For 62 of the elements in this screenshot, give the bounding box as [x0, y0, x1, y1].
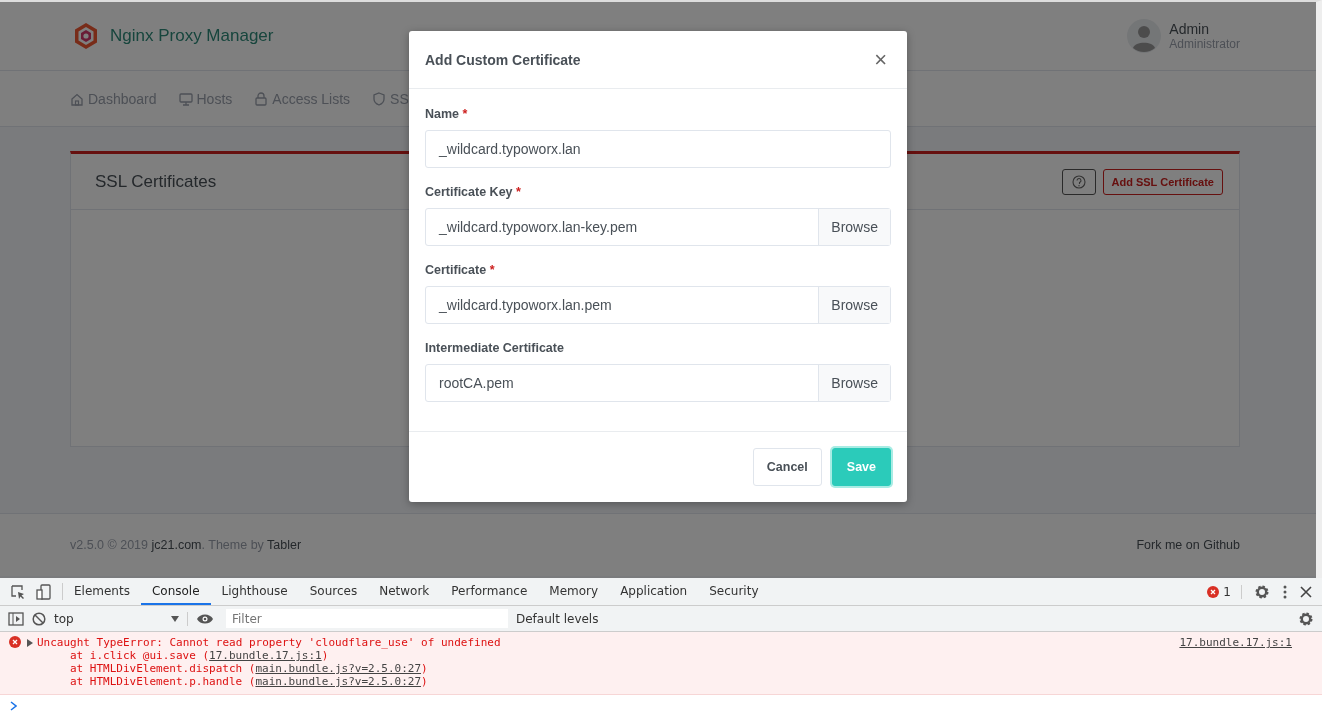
- close-icon[interactable]: [1300, 585, 1312, 598]
- context-select[interactable]: top: [54, 611, 188, 626]
- field-label: Name *: [425, 107, 468, 121]
- clear-icon[interactable]: [32, 611, 46, 626]
- help-icon: [1071, 174, 1086, 189]
- error-count: 1: [1223, 584, 1231, 599]
- error-icon: [9, 636, 21, 648]
- card-title: SSL Certificates: [95, 171, 217, 192]
- browse-button[interactable]: Browse: [818, 287, 890, 323]
- logo-icon: [72, 22, 100, 50]
- dropdown-icon: [171, 615, 179, 622]
- browse-button[interactable]: Browse: [818, 365, 890, 401]
- stack-line: at i.click @ui.save (17.bundle.17.js:1): [69, 649, 330, 662]
- cancel-button[interactable]: Cancel: [752, 448, 822, 486]
- app-title: Nginx Proxy Manager: [110, 26, 274, 46]
- footer-link[interactable]: jc21.com: [151, 538, 202, 552]
- devtools-tab[interactable]: Application: [609, 578, 699, 605]
- file-field[interactable]: rootCA.pem Browse: [425, 364, 891, 402]
- settings-icon[interactable]: [1298, 610, 1314, 627]
- levels-dropdown[interactable]: Default levels: [516, 611, 599, 626]
- monitor-icon: [178, 91, 193, 106]
- devtools-tab[interactable]: Security: [698, 578, 770, 605]
- error-text: Uncaught TypeError: Cannot read property 'cloudflare_use' of undefined: [37, 636, 501, 649]
- stack-line: at HTMLDivElement.p.handle (main.bundle.js?v=2.5.0:27): [69, 675, 429, 688]
- settings-icon[interactable]: [1254, 583, 1270, 600]
- lock-icon: [254, 91, 269, 106]
- source-link[interactable]: main.bundle.js?v=2.5.0:27: [255, 675, 421, 688]
- expand-icon[interactable]: [27, 638, 33, 647]
- devtools-tab[interactable]: Network: [368, 578, 441, 605]
- inspect-icon[interactable]: [10, 583, 26, 600]
- source-link[interactable]: 17.bundle.17.js:1: [209, 649, 322, 662]
- file-field[interactable]: _wildcard.typoworx.lan-key.pem Browse: [425, 208, 891, 246]
- stack-line: at HTMLDivElement.dispatch (main.bundle.js?v=2.5.0:27): [69, 662, 429, 675]
- shield-icon: [372, 91, 387, 106]
- github-link[interactable]: Fork me on Github: [1136, 538, 1240, 552]
- devtools-tab[interactable]: Sources: [298, 578, 369, 605]
- user-name: Admin: [1169, 21, 1210, 37]
- devtools-tab[interactable]: Elements: [63, 578, 141, 605]
- error-icon: [1207, 585, 1220, 598]
- filter-field[interactable]: Filter: [226, 609, 508, 628]
- prompt-icon[interactable]: [10, 701, 17, 711]
- field-label: Certificate Key *: [425, 185, 521, 199]
- device-icon[interactable]: [36, 583, 52, 600]
- home-icon: [70, 91, 84, 106]
- source-link[interactable]: main.bundle.js?v=2.5.0:27: [255, 662, 421, 675]
- field-label: Certificate *: [425, 263, 495, 277]
- help-button[interactable]: [1061, 168, 1096, 195]
- modal-title: Add Custom Certificate: [425, 51, 582, 68]
- sidebar-icon[interactable]: [8, 611, 24, 626]
- footer-link[interactable]: Tabler: [267, 538, 302, 552]
- eye-icon[interactable]: [196, 612, 214, 625]
- avatar-icon: [1127, 19, 1162, 53]
- field-label: Intermediate Certificate: [425, 341, 564, 355]
- devtools-tab[interactable]: Memory: [538, 578, 610, 605]
- file-field[interactable]: _wildcard.typoworx.lan.pem Browse: [425, 286, 891, 324]
- close-button[interactable]: ×: [870, 46, 891, 73]
- source-link[interactable]: 17.bundle.17.js:1: [1179, 636, 1292, 688]
- input-field[interactable]: _wildcard.typoworx.lan: [425, 130, 891, 168]
- devtools-tab[interactable]: Lighthouse: [210, 578, 299, 605]
- more-icon[interactable]: [1282, 583, 1288, 600]
- devtools-tab[interactable]: Performance: [440, 578, 539, 605]
- browse-button[interactable]: Browse: [818, 209, 890, 245]
